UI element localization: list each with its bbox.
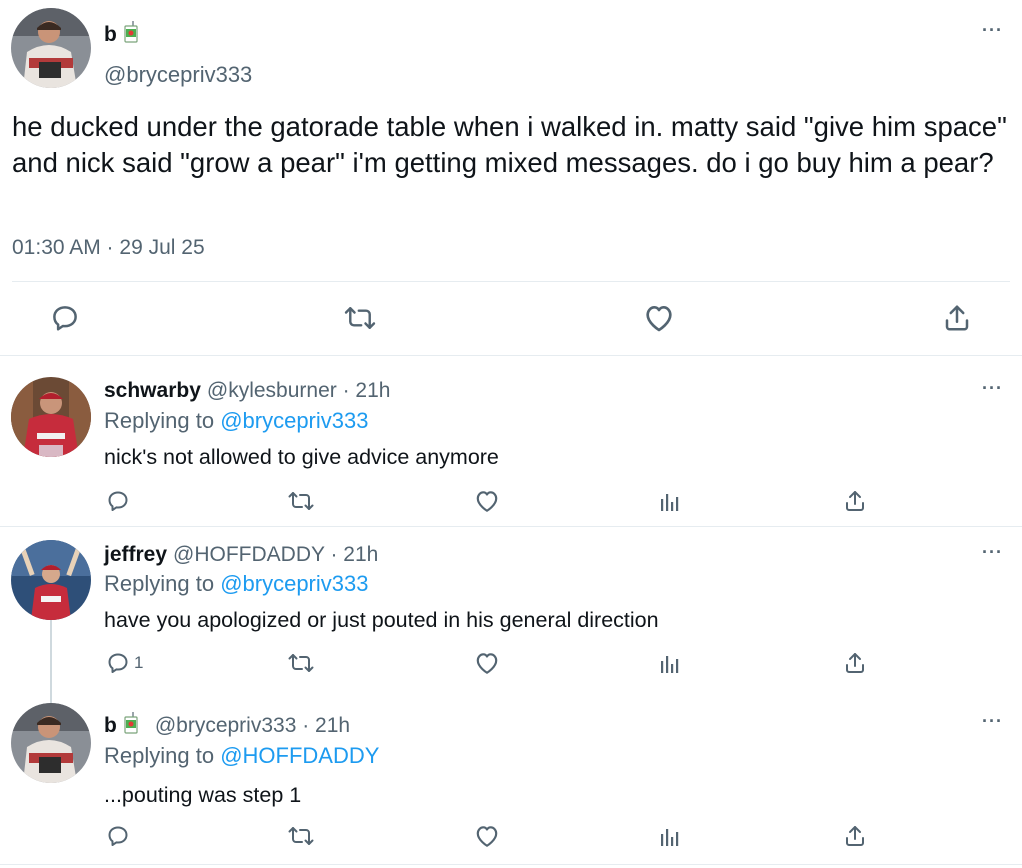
reply-button[interactable] — [106, 824, 134, 848]
replying-to: Replying to @brycepriv333 — [104, 571, 368, 597]
analytics-button[interactable] — [659, 825, 681, 847]
analytics-icon — [659, 825, 681, 847]
display-name[interactable]: schwarby — [104, 379, 201, 403]
share-icon — [843, 823, 867, 849]
like-button[interactable] — [643, 303, 675, 333]
retweet-button[interactable] — [287, 489, 315, 513]
like-button[interactable] — [474, 824, 500, 848]
share-button[interactable] — [843, 650, 867, 676]
share-icon — [843, 650, 867, 676]
main-tweet: b @brycepriv333 ··· he ducked under the … — [0, 0, 1022, 356]
retweet-icon — [287, 489, 315, 513]
analytics-button[interactable] — [659, 652, 681, 674]
avatar[interactable] — [11, 540, 91, 620]
analytics-icon — [659, 652, 681, 674]
juice-box-icon — [123, 21, 139, 49]
more-options-icon[interactable]: ··· — [982, 711, 1003, 732]
reply-button[interactable] — [50, 303, 80, 333]
author-name-row: b @brycepriv333 · 21h — [104, 712, 350, 740]
replying-to-link[interactable]: @brycepriv333 — [220, 571, 368, 596]
reply-text: have you apologized or just pouted in hi… — [104, 608, 659, 632]
replying-to-label: Replying to — [104, 408, 221, 433]
divider — [0, 864, 1022, 865]
retweet-button[interactable] — [287, 651, 315, 675]
share-button[interactable] — [843, 823, 867, 849]
reply-icon — [106, 651, 130, 675]
avatar[interactable] — [11, 377, 91, 457]
reply-thread: jeffrey @HOFFDADDY · 21h ··· Replying to… — [0, 527, 1022, 864]
retweet-icon — [287, 651, 315, 675]
like-icon — [474, 651, 500, 675]
author-handle[interactable]: @brycepriv333 — [104, 62, 252, 88]
replying-to-label: Replying to — [104, 571, 221, 596]
reply-tweet: schwarby @kylesburner · 21h ··· Replying… — [0, 356, 1022, 527]
author-name-row: jeffrey @HOFFDADDY · 21h — [104, 543, 378, 567]
author-name-row: schwarby @kylesburner · 21h — [104, 379, 390, 403]
author-handle[interactable]: @brycepriv333 · 21h — [155, 714, 350, 738]
author-name-row: b — [104, 21, 139, 49]
reply-icon — [106, 489, 130, 513]
tweet-text: he ducked under the gatorade table when … — [12, 111, 1007, 178]
analytics-button[interactable] — [659, 490, 681, 512]
share-button[interactable] — [843, 488, 867, 514]
reply-icon — [106, 824, 130, 848]
replying-to: Replying to @brycepriv333 — [104, 408, 368, 434]
share-button[interactable] — [942, 302, 972, 334]
more-options-icon[interactable]: ··· — [982, 20, 1003, 41]
retweet-icon — [343, 303, 377, 333]
reply-icon — [50, 303, 80, 333]
author-handle[interactable]: @HOFFDADDY · 21h — [173, 543, 378, 567]
share-icon — [942, 302, 972, 334]
author-handle[interactable]: @kylesburner · 21h — [207, 379, 391, 403]
juice-box-icon — [123, 712, 139, 740]
retweet-button[interactable] — [343, 303, 377, 333]
more-options-icon[interactable]: ··· — [982, 542, 1003, 563]
like-button[interactable] — [474, 489, 500, 513]
analytics-icon — [659, 490, 681, 512]
replying-to-label: Replying to — [104, 743, 221, 768]
more-options-icon[interactable]: ··· — [982, 378, 1003, 399]
reply-button[interactable] — [106, 489, 134, 513]
replying-to-link[interactable]: @brycepriv333 — [220, 408, 368, 433]
like-button[interactable] — [474, 651, 500, 675]
avatar[interactable] — [11, 8, 91, 88]
retweet-button[interactable] — [287, 824, 315, 848]
replying-to-link[interactable]: @HOFFDADDY — [220, 743, 379, 768]
like-icon — [474, 489, 500, 513]
reply-text: nick's not allowed to give advice anymor… — [104, 445, 499, 469]
avatar[interactable] — [11, 703, 91, 783]
reply-button[interactable]: 1 — [106, 651, 143, 675]
display-name[interactable]: jeffrey — [104, 543, 167, 567]
divider — [12, 281, 1010, 282]
replying-to: Replying to @HOFFDADDY — [104, 743, 379, 769]
like-icon — [474, 824, 500, 848]
display-name[interactable]: b — [104, 23, 117, 47]
retweet-icon — [287, 824, 315, 848]
share-icon — [843, 488, 867, 514]
like-icon — [643, 303, 675, 333]
reply-text: ...pouting was step 1 — [104, 783, 302, 807]
display-name[interactable]: b — [104, 714, 117, 738]
reply-count: 1 — [134, 653, 144, 672]
tweet-timestamp[interactable]: 01:30 AM · 29 Jul 25 — [12, 236, 205, 260]
